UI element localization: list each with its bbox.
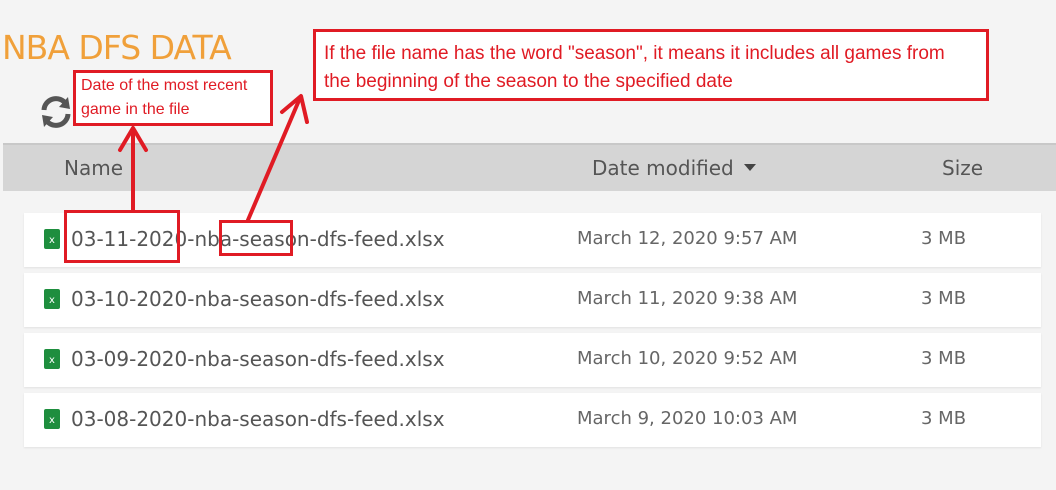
svg-text:x: x — [49, 235, 55, 246]
excel-file-icon: x — [44, 289, 60, 309]
file-date-modified: March 10, 2020 9:52 AM — [577, 348, 798, 369]
file-size: 3 MB — [921, 408, 967, 429]
column-header-size[interactable]: Size — [942, 156, 983, 180]
excel-file-icon: x — [44, 349, 60, 369]
file-date-modified: March 12, 2020 9:57 AM — [577, 228, 798, 249]
file-size: 3 MB — [921, 348, 967, 369]
file-row[interactable]: x 03-08-2020-nba-season-dfs-feed.xlsx Ma… — [24, 393, 1041, 447]
file-name[interactable]: 03-08-2020-nba-season-dfs-feed.xlsx — [71, 407, 445, 431]
excel-file-icon: x — [44, 409, 60, 429]
date-note-text: Date of the most recent game in the file — [81, 77, 248, 118]
sort-descending-icon — [743, 164, 756, 171]
column-header-date-label: Date modified — [592, 156, 734, 180]
file-date-modified: March 11, 2020 9:38 AM — [577, 288, 798, 309]
column-header-name[interactable]: Name — [64, 156, 123, 180]
season-arrow-head — [280, 94, 309, 124]
file-row[interactable]: x 03-10-2020-nba-season-dfs-feed.xlsx Ma… — [24, 273, 1041, 327]
file-size: 3 MB — [921, 228, 967, 249]
svg-text:x: x — [49, 355, 55, 366]
file-row[interactable]: x 03-11-2020-nba-season-dfs-feed.xlsx Ma… — [24, 213, 1041, 267]
file-name[interactable]: 03-09-2020-nba-season-dfs-feed.xlsx — [71, 347, 445, 371]
file-size: 3 MB — [921, 288, 967, 309]
file-name[interactable]: 03-10-2020-nba-season-dfs-feed.xlsx — [71, 287, 445, 311]
file-name[interactable]: 03-11-2020-nba-season-dfs-feed.xlsx — [71, 227, 445, 251]
svg-text:x: x — [49, 415, 55, 426]
excel-file-icon: x — [44, 229, 60, 249]
page-title: NBA DFS DATA — [2, 28, 232, 67]
column-header-date-modified[interactable]: Date modified — [592, 156, 756, 180]
file-list-header: Name Date modified Size — [3, 143, 1056, 191]
file-date-modified: March 9, 2020 10:03 AM — [577, 408, 798, 429]
date-note-box — [73, 70, 273, 126]
refresh-icon — [41, 96, 71, 128]
season-note-box — [313, 29, 989, 101]
refresh-button[interactable] — [38, 94, 74, 130]
season-note-text: If the file name has the word "season", … — [324, 43, 945, 92]
svg-text:x: x — [49, 295, 55, 306]
file-row[interactable]: x 03-09-2020-nba-season-dfs-feed.xlsx Ma… — [24, 333, 1041, 387]
